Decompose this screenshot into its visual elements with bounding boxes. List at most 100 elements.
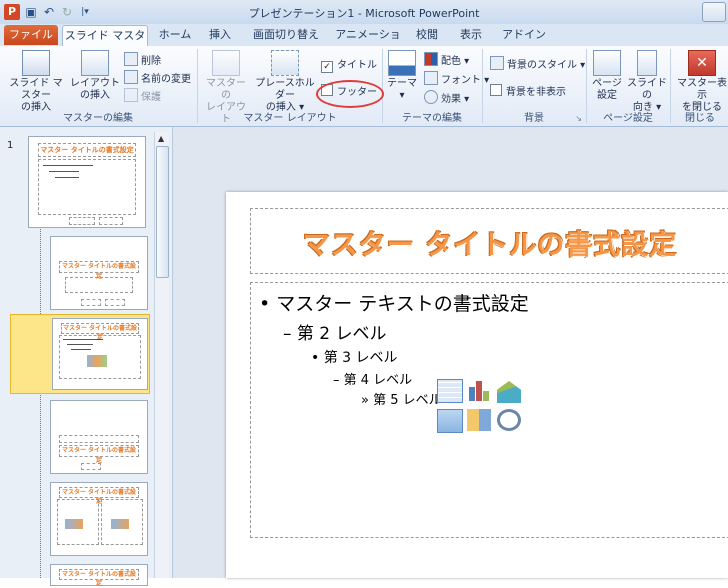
thumbnail-text-line (67, 344, 93, 345)
thumbnail-title: マスター タイトルの書式設定 (58, 569, 140, 587)
page-setup-button[interactable]: ページ 設定 (590, 50, 624, 102)
group-label-background: 背景 (524, 113, 544, 124)
orientation-label-1: スライドの (627, 78, 667, 101)
rename-button[interactable]: 名前の変更 (124, 70, 191, 86)
insert-layout-label-1: レイアウト (70, 78, 120, 89)
ribbon-separator (382, 49, 383, 123)
insert-placeholder-label-1: プレースホルダー (255, 78, 315, 101)
dialog-launcher-icon[interactable]: ↘ (575, 114, 582, 123)
chart-bar-icon (476, 381, 482, 401)
thumbnail-text-line (49, 171, 79, 172)
page-setup-label-2: 設定 (597, 90, 617, 101)
master-layout-label-1: マスターの (206, 78, 246, 101)
text-level-1: • マスター テキストの書式設定 (259, 293, 529, 315)
tab-transitions[interactable]: 画面切り替え (250, 25, 322, 45)
layout-connector-line (40, 215, 42, 578)
group-label-master-edit: マスターの編集 (63, 113, 133, 124)
tab-add-ins[interactable]: アドイン (500, 25, 548, 45)
tab-animations[interactable]: アニメーション (332, 25, 404, 61)
thumbnail-master[interactable]: マスター タイトルの書式設定 (28, 136, 146, 228)
tab-home[interactable]: ホーム (156, 25, 194, 45)
rename-label: 名前の変更 (141, 74, 191, 85)
title-checkbox-box[interactable]: ✓ (321, 61, 333, 73)
title-checkbox-label: タイトル (337, 60, 377, 71)
effects-button[interactable]: 効果 ▾ (424, 90, 469, 106)
insert-picture-icon[interactable] (437, 409, 463, 433)
body-placeholder[interactable]: • マスター テキストの書式設定 – 第 2 レベル • 第 3 レベル – 第… (250, 282, 728, 538)
tab-file[interactable]: ファイル (4, 25, 58, 45)
tab-insert[interactable]: 挿入 (204, 25, 236, 45)
slide-orientation-button[interactable]: スライドの 向き ▾ (626, 50, 668, 114)
text-level-3: • 第 3 レベル (311, 350, 398, 366)
thumbnail-text-line (43, 165, 93, 166)
master-layout-icon (212, 50, 240, 76)
insert-placeholder-button[interactable]: プレースホルダー の挿入 ▾ (251, 50, 319, 114)
ribbon-separator (197, 49, 198, 123)
fonts-icon (424, 71, 438, 85)
thumbnail-title: マスター タイトルの書式設定 (38, 143, 136, 157)
fonts-button[interactable]: フォント ▾ (424, 71, 489, 87)
tab-review[interactable]: 校閲 (410, 25, 444, 45)
delete-button[interactable]: 削除 (124, 52, 161, 68)
thumbnail-layout-selected[interactable]: マスター タイトルの書式設定 (52, 318, 148, 390)
insert-smartart-icon[interactable] (497, 381, 521, 403)
preserve-button[interactable]: 保護 (124, 88, 161, 104)
thumbnail-text-line (55, 177, 79, 178)
insert-clip-art-icon[interactable] (467, 409, 491, 431)
page-setup-label-1: ページ (592, 78, 622, 89)
window-button[interactable] (702, 2, 726, 22)
group-label-page-setup: ページ設定 (603, 113, 653, 124)
preserve-icon (124, 88, 138, 102)
thumbnail-layout[interactable]: マスター タイトルの書式設定 (50, 564, 148, 587)
background-styles-button[interactable]: 背景のスタイル ▾ (490, 56, 585, 72)
ribbon-separator (586, 49, 587, 123)
thumbnail-footer-box (81, 299, 101, 306)
insert-media-icon[interactable] (497, 409, 521, 431)
thumbnail-title: マスター タイトルの書式設定 (58, 445, 140, 464)
insert-chart-icon[interactable] (467, 379, 491, 401)
scroll-up-icon[interactable]: ▲ (158, 134, 164, 143)
thumbnail-title: マスター タイトルの書式設定 (60, 323, 140, 341)
master-slide-canvas[interactable]: マスター タイトルの書式設定 • マスター テキストの書式設定 – 第 2 レベ… (226, 192, 728, 578)
group-edit-theme: テーマ ▾ 配色 ▾ フォント ▾ 効果 ▾ テーマの編集 (384, 46, 489, 126)
thumbnail-scrollbar[interactable]: ▲ (154, 132, 169, 578)
thumbnail-body-box (65, 277, 133, 293)
tab-slide-master[interactable]: スライド マスター (62, 25, 148, 62)
thumbnail-body-box (38, 159, 136, 215)
hide-background-checkbox-box[interactable] (490, 84, 502, 96)
thumbnail-layout[interactable]: マスター タイトルの書式設定 (50, 400, 148, 474)
themes-icon (388, 50, 416, 76)
thumbnail-content-icons (87, 355, 107, 367)
ribbon-tabs: ファイル スライド マスター ホーム 挿入 画面切り替え アニメーション 校閲 … (0, 24, 728, 62)
themes-button[interactable]: テーマ ▾ (386, 50, 418, 102)
group-label-close: 閉じる (685, 113, 715, 124)
effects-icon (424, 90, 438, 104)
text-level-2: – 第 2 レベル (283, 324, 387, 344)
layout-icon (81, 50, 109, 76)
title-checkbox[interactable]: ✓ タイトル (321, 58, 377, 74)
insert-layout-button[interactable]: レイアウト の挿入 (70, 50, 120, 102)
colors-label: 配色 (441, 56, 461, 67)
hide-background-checkbox[interactable]: 背景を非表示 (490, 84, 566, 100)
thumbnail-footer-box (99, 217, 123, 225)
slide-title: マスター タイトルの書式設定 (302, 230, 678, 261)
ribbon-separator (670, 49, 671, 123)
rename-icon (124, 70, 138, 84)
group-background: 背景のスタイル ▾ 背景を非表示 背景 ↘ (484, 46, 585, 126)
thumbnail-layout[interactable]: マスター タイトルの書式設定 (50, 236, 148, 310)
tab-view[interactable]: 表示 (454, 25, 488, 45)
delete-label: 削除 (141, 56, 161, 67)
fonts-label: フォント (441, 75, 481, 86)
close-master-view-button[interactable]: ✕ マスター表示 を閉じる (676, 50, 728, 114)
thumbnail-content-icons (111, 519, 129, 529)
colors-button[interactable]: 配色 ▾ (424, 52, 469, 68)
insert-table-icon[interactable] (437, 379, 463, 403)
scrollbar-thumb[interactable] (156, 146, 169, 278)
thumbnail-layout[interactable]: マスター タイトルの書式設定 (50, 482, 148, 556)
insert-slide-master-button[interactable]: スライド マスター の挿入 (6, 50, 66, 114)
title-placeholder[interactable]: マスター タイトルの書式設定 (250, 208, 728, 274)
thumbnail-content-icons (65, 519, 83, 529)
background-styles-label: 背景のスタイル (507, 60, 577, 71)
hide-background-label: 背景を非表示 (506, 87, 566, 98)
close-master-label-1: マスター表示 (677, 78, 727, 101)
